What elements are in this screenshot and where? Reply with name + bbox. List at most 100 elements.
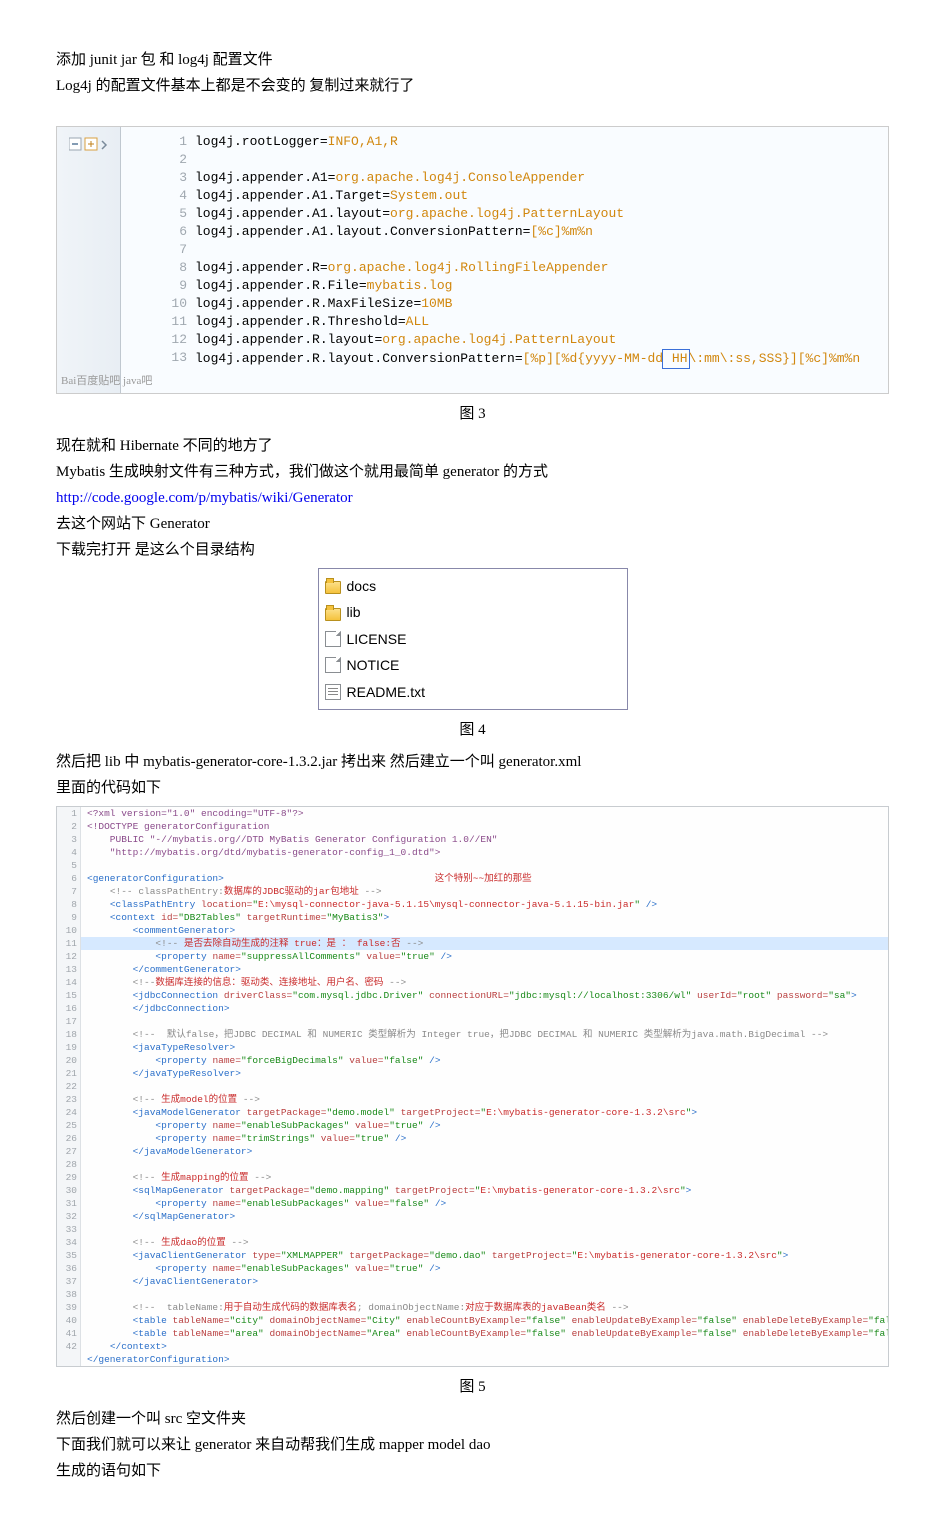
line-number: 37 (57, 1275, 81, 1288)
log4j-editor: 1log4j.rootLogger=INFO,A1,R2 3log4j.appe… (56, 126, 889, 394)
line-number: 19 (57, 1041, 81, 1054)
xml-line: <!-- 是否去除自动生成的注释 true：是 ： false:否 --> (81, 937, 423, 950)
xml-line: </jdbcConnection> (81, 1002, 230, 1015)
xml-line: <javaClientGenerator type="XMLMAPPER" ta… (81, 1249, 788, 1262)
mid-p1: 现在就和 Hibernate 不同的地方了 (56, 434, 889, 458)
folder-icon (325, 605, 341, 621)
mid-p2: Mybatis 生成映射文件有三种方式，我们做这个就用最简单 generator… (56, 460, 889, 484)
file-row[interactable]: NOTICE (325, 652, 621, 678)
line-number: 14 (57, 976, 81, 989)
line-number: 10 (57, 924, 81, 937)
file-row[interactable]: lib (325, 599, 621, 625)
xml-line: </javaModelGenerator> (81, 1145, 252, 1158)
xml-line: <context id="DB2Tables" targetRuntime="M… (81, 911, 389, 924)
file-row[interactable]: LICENSE (325, 626, 621, 652)
xml-line: <!--数据库连接的信息：驱动类、连接地址、用户名、密码 --> (81, 976, 406, 989)
line-number: 34 (57, 1236, 81, 1249)
line-number: 31 (57, 1197, 81, 1210)
log4j-code[interactable]: 1log4j.rootLogger=INFO,A1,R2 3log4j.appe… (131, 127, 888, 375)
line-number: 16 (57, 1002, 81, 1015)
folder-icon (325, 578, 341, 594)
line-number: 5 (57, 859, 81, 872)
xml-line: <!-- classPathEntry:数据库的JDBC驱动的jar包地址 --… (81, 885, 382, 898)
line-number: 13 (131, 349, 195, 369)
xml-line: <commentGenerator> (81, 924, 235, 937)
xml-line (81, 1288, 93, 1301)
code-line (195, 241, 203, 259)
line-number: 8 (57, 898, 81, 911)
xml-line (81, 859, 93, 872)
file-row[interactable]: docs (325, 573, 621, 599)
file-name: LICENSE (347, 628, 407, 650)
xml-line (81, 1080, 93, 1093)
line-number: 6 (131, 223, 195, 241)
code-line: log4j.appender.A1=org.apache.log4j.Conso… (195, 169, 585, 187)
generator-folder-listing: docslib LICENSENOTICE README.txt (318, 568, 628, 710)
file-name: docs (347, 575, 377, 597)
code-line: log4j.appender.R=org.apache.log4j.Rollin… (195, 259, 609, 277)
line-number: 42 (57, 1340, 81, 1353)
line-number: 11 (131, 313, 195, 331)
xml-line: <sqlMapGenerator targetPackage="demo.map… (81, 1184, 691, 1197)
line-number: 39 (57, 1301, 81, 1314)
line-number: 40 (57, 1314, 81, 1327)
file-name: README.txt (347, 681, 426, 703)
file-icon (325, 657, 341, 673)
line-number: 3 (131, 169, 195, 187)
line-number: 15 (57, 989, 81, 1002)
xml-line: </context> (81, 1340, 167, 1353)
xml-line: <!-- tableName:用于自动生成代码的数据库表名; domainObj… (81, 1301, 629, 1314)
line-number: 9 (131, 277, 195, 295)
xml-line: <?xml version="1.0" encoding="UTF-8"?> (81, 807, 304, 820)
line-number: 11 (57, 937, 81, 950)
file-row[interactable]: README.txt (325, 679, 621, 705)
xml-line: </generatorConfiguration> (81, 1353, 230, 1366)
line-number: 2 (131, 151, 195, 169)
line-number: 3 (57, 833, 81, 846)
line-number: 1 (131, 133, 195, 151)
after4-p2: 里面的代码如下 (56, 776, 889, 800)
line-number: 7 (131, 241, 195, 259)
fold-toggle-icon[interactable] (69, 135, 109, 153)
code-line: log4j.appender.R.Threshold=ALL (195, 313, 429, 331)
line-number: 4 (57, 846, 81, 859)
xml-line (81, 1158, 93, 1171)
line-number: 24 (57, 1106, 81, 1119)
line-number: 9 (57, 911, 81, 924)
code-line: log4j.appender.A1.layout=org.apache.log4… (195, 205, 624, 223)
line-number: 10 (131, 295, 195, 313)
code-line: log4j.appender.R.MaxFileSize=10MB (195, 295, 452, 313)
line-number: 1 (57, 807, 81, 820)
code-line (195, 151, 203, 169)
line-number: 28 (57, 1158, 81, 1171)
line-number: 26 (57, 1132, 81, 1145)
line-number: 12 (57, 950, 81, 963)
generator-url-link[interactable]: http://code.google.com/p/mybatis/wiki/Ge… (56, 490, 353, 506)
figure-4-caption: 图 4 (56, 718, 889, 742)
mid-p4: 去这个网站下 Generator (56, 512, 889, 536)
xml-line: </javaClientGenerator> (81, 1275, 258, 1288)
code-line: log4j.appender.A1.layout.ConversionPatte… (195, 223, 593, 241)
figure-3-caption: 图 3 (56, 402, 889, 426)
xml-line: </sqlMapGenerator> (81, 1210, 235, 1223)
line-number: 36 (57, 1262, 81, 1275)
line-number: 29 (57, 1171, 81, 1184)
line-number: 35 (57, 1249, 81, 1262)
xml-line: <table tableName="area" domainObjectName… (81, 1327, 889, 1340)
txt-icon (325, 684, 341, 700)
outro-p1: 然后创建一个叫 src 空文件夹 (56, 1407, 889, 1431)
xml-line: <!-- 生成model的位置 --> (81, 1093, 260, 1106)
code-line: log4j.rootLogger=INFO,A1,R (195, 133, 398, 151)
code-line: log4j.appender.R.layout.ConversionPatter… (195, 349, 860, 369)
xml-line (81, 1223, 93, 1236)
line-number: 8 (131, 259, 195, 277)
xml-line: <property name="enableSubPackages" value… (81, 1119, 441, 1132)
xml-line: <property name="suppressAllComments" val… (81, 950, 452, 963)
line-number: 12 (131, 331, 195, 349)
line-number: 38 (57, 1288, 81, 1301)
file-icon (325, 631, 341, 647)
generator-xml-editor[interactable]: 1<?xml version="1.0" encoding="UTF-8"?> 2… (56, 806, 889, 1367)
code-line: log4j.appender.R.File=mybatis.log (195, 277, 452, 295)
editor-gutter (57, 127, 121, 393)
line-number: 20 (57, 1054, 81, 1067)
